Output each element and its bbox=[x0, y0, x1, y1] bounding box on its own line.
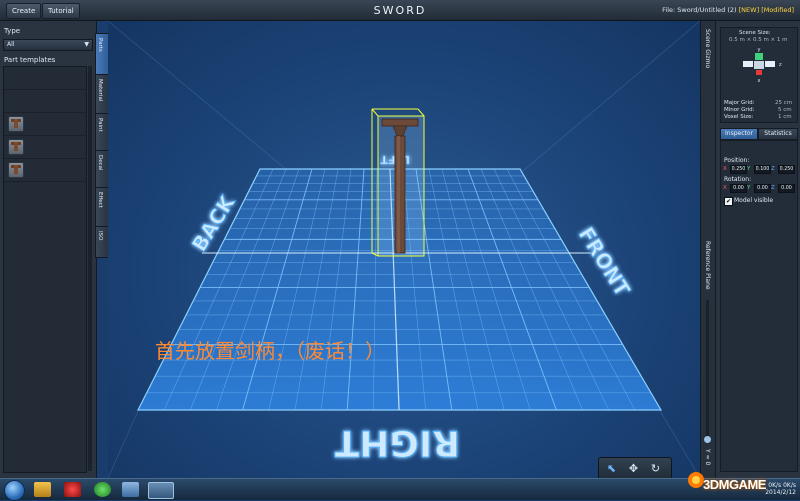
app-icon[interactable] bbox=[122, 482, 139, 497]
list-item[interactable] bbox=[4, 159, 86, 182]
model-visible-label: Model visible bbox=[734, 197, 774, 204]
rotation-z-input[interactable]: 0.00 bbox=[778, 184, 795, 193]
new-tag: [NEW] bbox=[738, 6, 760, 14]
inspector-panel: Position: X 0.250 Y 0.100 Z 0.250 Rotati… bbox=[720, 140, 798, 472]
os-taskbar: 0K/s 0K/s 2014/2/12 bbox=[0, 478, 800, 501]
tab-scene-gizmo[interactable]: Scene Gizmo bbox=[704, 29, 711, 68]
rotate-icon[interactable]: ↻ bbox=[648, 461, 663, 476]
file-info: File: Sword/Untitled (2) [NEW] [Modified… bbox=[662, 6, 794, 14]
minor-grid-value: 5 cm bbox=[778, 107, 792, 113]
tutorial-caption: 首先放置剑柄，（废话！） bbox=[155, 339, 385, 363]
tab-reference-plane[interactable]: Reference Plane bbox=[704, 241, 711, 290]
rotation-y-input[interactable]: 0.00 bbox=[754, 184, 771, 193]
3d-viewport[interactable]: BACK FRONT RIGHT LEFT 首先放置剑柄，（废话！） bbox=[108, 21, 700, 478]
watermark-text: 3DMGAME bbox=[703, 477, 766, 492]
rotation-label: Rotation: bbox=[724, 176, 752, 183]
category-tabs: Parts Material Paint Decal Effect ISO bbox=[95, 33, 110, 268]
list-item[interactable] bbox=[4, 136, 86, 159]
model-visible-checkbox[interactable]: ✔ bbox=[724, 197, 733, 206]
scene-svg: BACK FRONT RIGHT LEFT bbox=[108, 21, 700, 478]
tray-date: 2014/2/12 bbox=[765, 489, 796, 496]
system-tray: 0K/s 0K/s 2014/2/12 bbox=[765, 482, 796, 496]
title-bar: Create Tutorial SWORD File: Sword/Untitl… bbox=[0, 0, 800, 21]
check-icon: ✔ bbox=[725, 198, 732, 205]
position-label: Position: bbox=[724, 157, 750, 164]
major-grid-value: 25 cm bbox=[775, 100, 793, 106]
sword-handle-icon bbox=[8, 162, 24, 178]
reference-plane-slider[interactable] bbox=[706, 300, 709, 440]
start-button[interactable] bbox=[4, 480, 25, 501]
scene-size-label: Scene Size: bbox=[739, 30, 771, 36]
scene-gizmo: Scene Size: 0.5 m × 0.5 m × 1 m y x z Ma… bbox=[720, 27, 798, 123]
tab-statistics[interactable]: Statistics bbox=[758, 128, 798, 140]
y-value-label: Y = 0 bbox=[704, 449, 711, 466]
list-item[interactable] bbox=[4, 113, 86, 136]
voxel-size-label: Voxel Size: bbox=[724, 114, 754, 120]
axis-z-label: Z bbox=[771, 185, 775, 191]
axis-z-label: Z bbox=[771, 166, 775, 172]
media-player-icon[interactable] bbox=[64, 482, 81, 497]
browser-icon[interactable] bbox=[94, 482, 111, 497]
position-z-input[interactable]: 0.250 bbox=[778, 165, 795, 174]
template-scrollbar[interactable] bbox=[88, 66, 92, 471]
gizmo-y-label: y bbox=[758, 47, 761, 53]
minor-grid-label: Minor Grid: bbox=[724, 107, 755, 113]
list-item[interactable] bbox=[4, 90, 86, 113]
gizmo-z-label: z bbox=[779, 62, 782, 68]
move-icon[interactable]: ✥ bbox=[626, 461, 641, 476]
type-select-value: All bbox=[7, 41, 15, 48]
folder-icon[interactable] bbox=[34, 482, 51, 497]
axis-gizmo[interactable]: y x z bbox=[721, 45, 797, 85]
position-x-input[interactable]: 0.250 bbox=[730, 165, 747, 174]
type-select[interactable]: All ▼ bbox=[3, 39, 93, 51]
file-name: File: Sword/Untitled (2) bbox=[662, 6, 737, 14]
sword-handle-icon bbox=[8, 139, 24, 155]
label-right: RIGHT bbox=[334, 422, 460, 463]
axis-x-label: X bbox=[723, 166, 727, 172]
type-label: Type bbox=[4, 27, 21, 35]
scene-size-value: 0.5 m × 0.5 m × 1 m bbox=[729, 37, 788, 43]
modified-tag: [Modified] bbox=[761, 6, 794, 14]
axis-y-label: Y bbox=[747, 166, 751, 172]
chevron-down-icon: ▼ bbox=[84, 41, 89, 48]
list-item[interactable] bbox=[4, 67, 86, 90]
position-y-input[interactable]: 0.100 bbox=[754, 165, 771, 174]
sword-handle-icon bbox=[8, 116, 24, 132]
left-panel: Type All ▼ Part templates bbox=[0, 21, 97, 478]
template-list bbox=[3, 66, 87, 473]
select-arrow-icon[interactable]: ⬉ bbox=[604, 461, 619, 476]
network-speed: 0K/s 0K/s bbox=[768, 482, 796, 489]
slider-knob[interactable] bbox=[704, 436, 711, 443]
voxel-size-value: 1 cm bbox=[778, 114, 792, 120]
gizmo-x-label: x bbox=[758, 78, 761, 84]
right-panel: Scene Size: 0.5 m × 0.5 m × 1 m y x z Ma… bbox=[715, 21, 800, 478]
major-grid-label: Major Grid: bbox=[724, 100, 755, 106]
tab-inspector[interactable]: Inspector bbox=[720, 128, 758, 140]
active-app-icon[interactable] bbox=[148, 482, 174, 499]
rotation-x-input[interactable]: 0.00 bbox=[730, 184, 747, 193]
part-templates-label: Part templates bbox=[4, 56, 56, 64]
axis-y-label: Y bbox=[747, 185, 751, 191]
axis-x-label: X bbox=[723, 185, 727, 191]
